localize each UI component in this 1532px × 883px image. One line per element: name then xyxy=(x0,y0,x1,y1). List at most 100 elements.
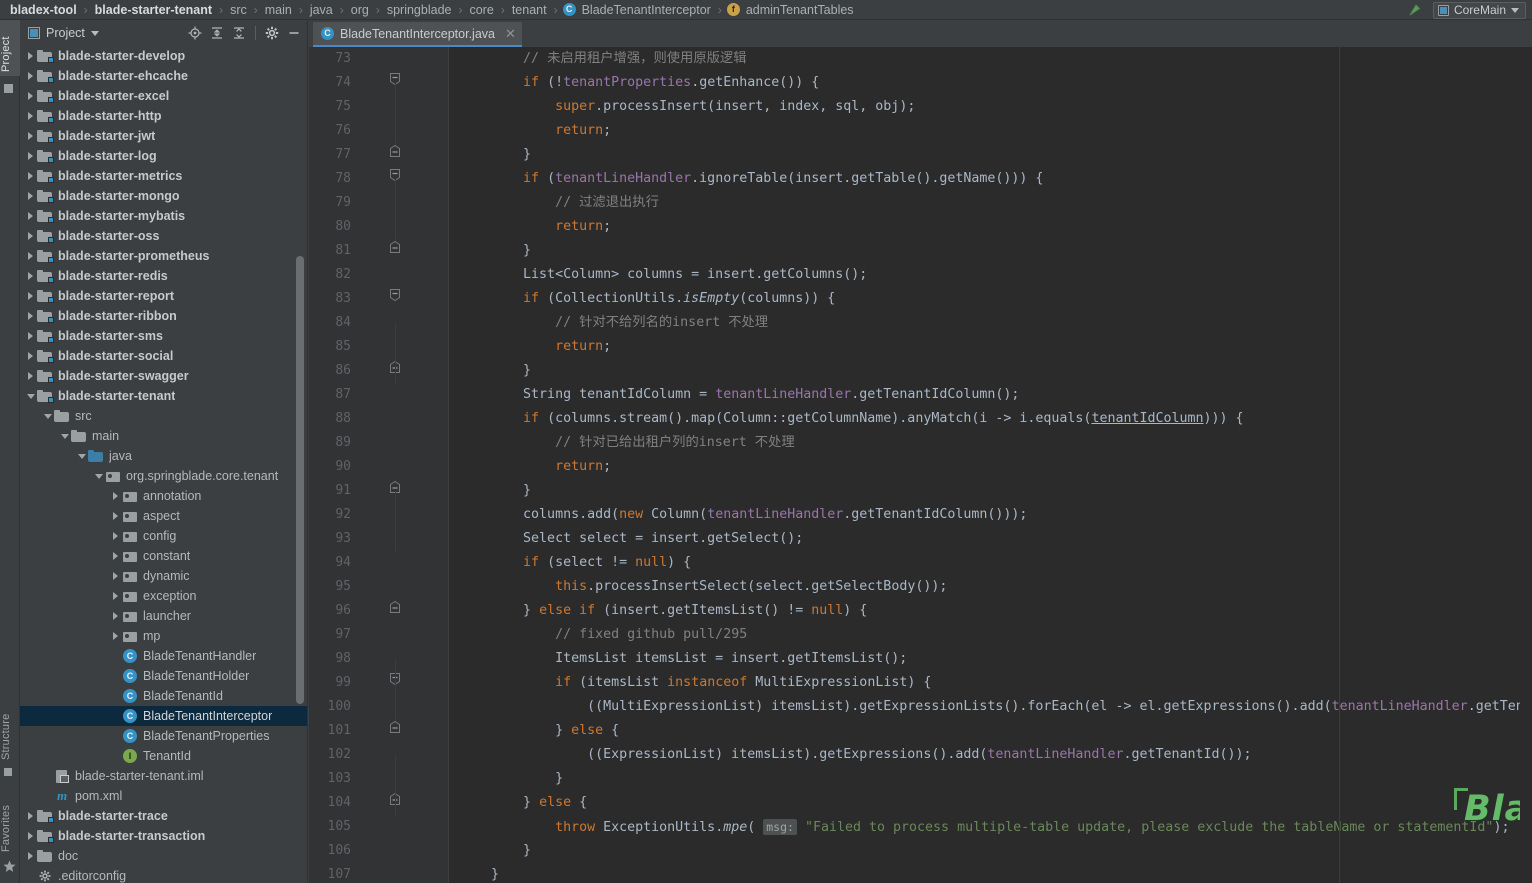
tree-item[interactable]: blade-starter-mongo xyxy=(20,186,307,206)
breadcrumb-item-springblade[interactable]: springblade xyxy=(383,0,456,20)
expand-chevron-icon[interactable] xyxy=(24,326,37,346)
code-line[interactable]: 79 // 过滤退出执行 xyxy=(309,191,1532,215)
expand-chevron-icon[interactable] xyxy=(24,286,37,306)
tree-item[interactable]: C BladeTenantHandler xyxy=(20,646,307,666)
run-configuration-selector[interactable]: CoreMain xyxy=(1432,1,1526,19)
project-view-selector[interactable]: Project xyxy=(28,26,99,40)
code-line[interactable]: 101 } else { xyxy=(309,719,1532,743)
tree-item[interactable]: blade-starter-social xyxy=(20,346,307,366)
code-line[interactable]: 107 } xyxy=(309,863,1532,883)
expand-chevron-icon[interactable] xyxy=(24,166,37,186)
tree-item[interactable]: .editorconfig xyxy=(20,866,307,883)
tree-item[interactable]: org.springblade.core.tenant xyxy=(20,466,307,486)
code-line[interactable]: 94 if (select != null) { xyxy=(309,551,1532,575)
tree-item[interactable]: main xyxy=(20,426,307,446)
expand-chevron-icon[interactable] xyxy=(24,346,37,366)
code-line[interactable]: 78 if (tenantLineHandler.ignoreTable(ins… xyxy=(309,167,1532,191)
code-line[interactable]: 76 return; xyxy=(309,119,1532,143)
expand-chevron-icon[interactable] xyxy=(24,266,37,286)
close-icon[interactable]: ✕ xyxy=(505,26,516,42)
fold-end-icon[interactable] xyxy=(389,239,407,263)
tree-item[interactable]: blade-starter-develop xyxy=(20,46,307,66)
tree-item[interactable]: C BladeTenantId xyxy=(20,686,307,706)
fold-end-icon[interactable] xyxy=(389,143,407,167)
fold-end-icon[interactable] xyxy=(389,479,407,503)
code-line[interactable]: 81 } xyxy=(309,239,1532,263)
code-line[interactable]: 96 } else if (insert.getItemsList() != n… xyxy=(309,599,1532,623)
tree-item[interactable]: blade-starter-ribbon xyxy=(20,306,307,326)
code-line[interactable]: 87 String tenantIdColumn = tenantLineHan… xyxy=(309,383,1532,407)
collapse-chevron-icon[interactable] xyxy=(41,406,54,426)
run-arrow-icon[interactable] xyxy=(1407,2,1425,18)
settings-gear-icon[interactable] xyxy=(262,23,282,43)
code-line[interactable]: 95 this.processInsertSelect(select.getSe… xyxy=(309,575,1532,599)
expand-chevron-icon[interactable] xyxy=(109,586,122,606)
code-line[interactable]: 75 super.processInsert(insert, index, sq… xyxy=(309,95,1532,119)
collapse-all-icon[interactable] xyxy=(229,23,249,43)
tree-item[interactable]: blade-starter-ehcache xyxy=(20,66,307,86)
tree-item[interactable]: C BladeTenantHolder xyxy=(20,666,307,686)
fold-collapse-icon[interactable] xyxy=(389,287,407,311)
code-line[interactable]: 92 columns.add(new Column(tenantLineHand… xyxy=(309,503,1532,527)
code-line[interactable]: 106 } xyxy=(309,839,1532,863)
expand-chevron-icon[interactable] xyxy=(24,106,37,126)
breadcrumb-item-bladex-tool[interactable]: bladex-tool xyxy=(6,0,81,20)
tool-window-button-structure[interactable]: Structure xyxy=(0,692,20,764)
code-line[interactable]: 77 } xyxy=(309,143,1532,167)
fold-end-icon[interactable] xyxy=(389,791,407,815)
code-line[interactable]: 100 ((MultiExpressionList) itemsList).ge… xyxy=(309,695,1532,719)
expand-chevron-icon[interactable] xyxy=(109,506,122,526)
code-line[interactable]: 102 ((ExpressionList) itemsList).getExpr… xyxy=(309,743,1532,767)
expand-chevron-icon[interactable] xyxy=(24,366,37,386)
collapse-chevron-icon[interactable] xyxy=(58,426,71,446)
code-line[interactable]: 86 } xyxy=(309,359,1532,383)
tree-item[interactable]: blade-starter-prometheus xyxy=(20,246,307,266)
fold-collapse-icon[interactable] xyxy=(389,167,407,191)
tree-item[interactable]: blade-starter-swagger xyxy=(20,366,307,386)
breadcrumb-item-java[interactable]: java xyxy=(306,0,337,20)
project-tree-scrollbar[interactable] xyxy=(296,256,304,704)
expand-chevron-icon[interactable] xyxy=(24,306,37,326)
editor-tab-bladetenantinterceptor[interactable]: C BladeTenantInterceptor.java ✕ xyxy=(313,22,522,47)
tree-item[interactable]: dynamic xyxy=(20,566,307,586)
tree-item[interactable]: blade-starter-trace xyxy=(20,806,307,826)
expand-chevron-icon[interactable] xyxy=(109,566,122,586)
tree-item[interactable]: I TenantId xyxy=(20,746,307,766)
tree-item[interactable]: doc xyxy=(20,846,307,866)
code-line[interactable]: 85 return; xyxy=(309,335,1532,359)
code-content[interactable]: 73 // 未启用租户增强，则使用原版逻辑 74 if (!tenantPrope… xyxy=(309,47,1532,883)
expand-chevron-icon[interactable] xyxy=(24,826,37,846)
locate-icon[interactable] xyxy=(185,23,205,43)
collapse-chevron-icon[interactable] xyxy=(24,386,37,406)
code-line[interactable]: 98 ItemsList itemsList = insert.getItems… xyxy=(309,647,1532,671)
tree-item[interactable]: launcher xyxy=(20,606,307,626)
tree-item[interactable]: blade-starter-jwt xyxy=(20,126,307,146)
fold-collapse-icon[interactable] xyxy=(389,671,407,695)
code-line[interactable]: 80 return; xyxy=(309,215,1532,239)
expand-chevron-icon[interactable] xyxy=(109,486,122,506)
tree-item[interactable]: blade-starter-metrics xyxy=(20,166,307,186)
tree-item[interactable]: blade-starter-sms xyxy=(20,326,307,346)
code-line[interactable]: 97 // fixed github pull/295 xyxy=(309,623,1532,647)
expand-chevron-icon[interactable] xyxy=(109,606,122,626)
code-line[interactable]: 104 } else { xyxy=(309,791,1532,815)
code-line[interactable]: 91 } xyxy=(309,479,1532,503)
tree-item-selected[interactable]: C BladeTenantInterceptor xyxy=(20,706,307,726)
breadcrumb-item-main[interactable]: main xyxy=(261,0,296,20)
breadcrumb-item-org[interactable]: org xyxy=(347,0,373,20)
expand-chevron-icon[interactable] xyxy=(109,626,122,646)
code-line[interactable]: 90 return; xyxy=(309,455,1532,479)
tree-item[interactable]: blade-starter-http xyxy=(20,106,307,126)
tree-item[interactable]: C BladeTenantProperties xyxy=(20,726,307,746)
collapse-chevron-icon[interactable] xyxy=(75,446,88,466)
fold-end-icon[interactable] xyxy=(389,359,407,383)
tree-item[interactable]: config xyxy=(20,526,307,546)
expand-chevron-icon[interactable] xyxy=(109,526,122,546)
tool-window-button-favorites[interactable]: Favorites xyxy=(0,786,20,856)
expand-all-icon[interactable] xyxy=(207,23,227,43)
tree-item[interactable]: blade-starter-redis xyxy=(20,266,307,286)
tree-item[interactable]: blade-starter-oss xyxy=(20,226,307,246)
expand-chevron-icon[interactable] xyxy=(24,246,37,266)
code-line[interactable]: 82 List<Column> columns = insert.getColu… xyxy=(309,263,1532,287)
tree-item[interactable]: blade-starter-tenant xyxy=(20,386,307,406)
